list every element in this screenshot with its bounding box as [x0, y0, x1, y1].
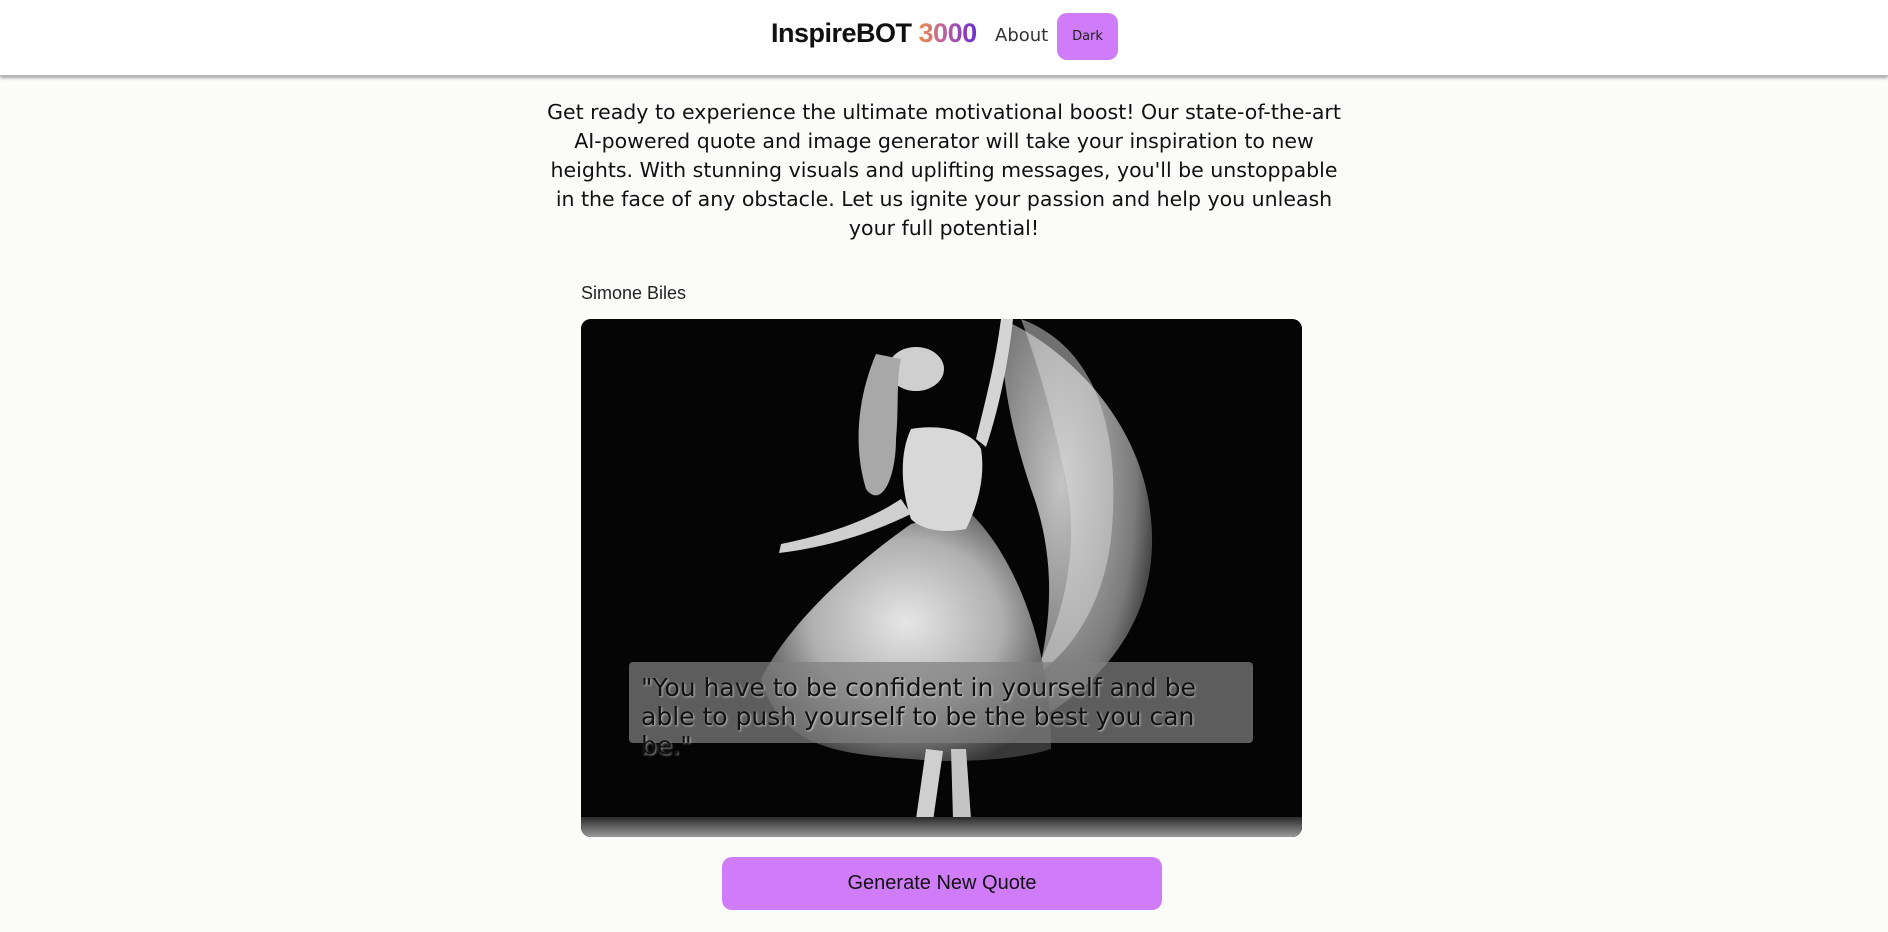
quote-author: Simone Biles [581, 283, 687, 303]
logo-text: InspireBOT [771, 18, 919, 48]
quote-image-card: "You have to be confident in yourself an… [581, 319, 1302, 837]
quote-text: "You have to be confident in yourself an… [641, 673, 1196, 760]
generate-new-quote-button[interactable]: Generate New Quote [722, 857, 1162, 910]
app-header: InspireBOT 3000 About Dark [0, 0, 1888, 76]
nav-about-link[interactable]: About [995, 25, 1048, 46]
intro-paragraph: Get ready to experience the ultimate mot… [547, 100, 1341, 240]
app-logo[interactable]: InspireBOT 3000 [771, 18, 977, 49]
dark-mode-toggle-button[interactable]: Dark [1057, 13, 1118, 60]
logo-number: 3000 [918, 18, 978, 48]
quote-overlay: "You have to be confident in yourself an… [629, 662, 1253, 760]
